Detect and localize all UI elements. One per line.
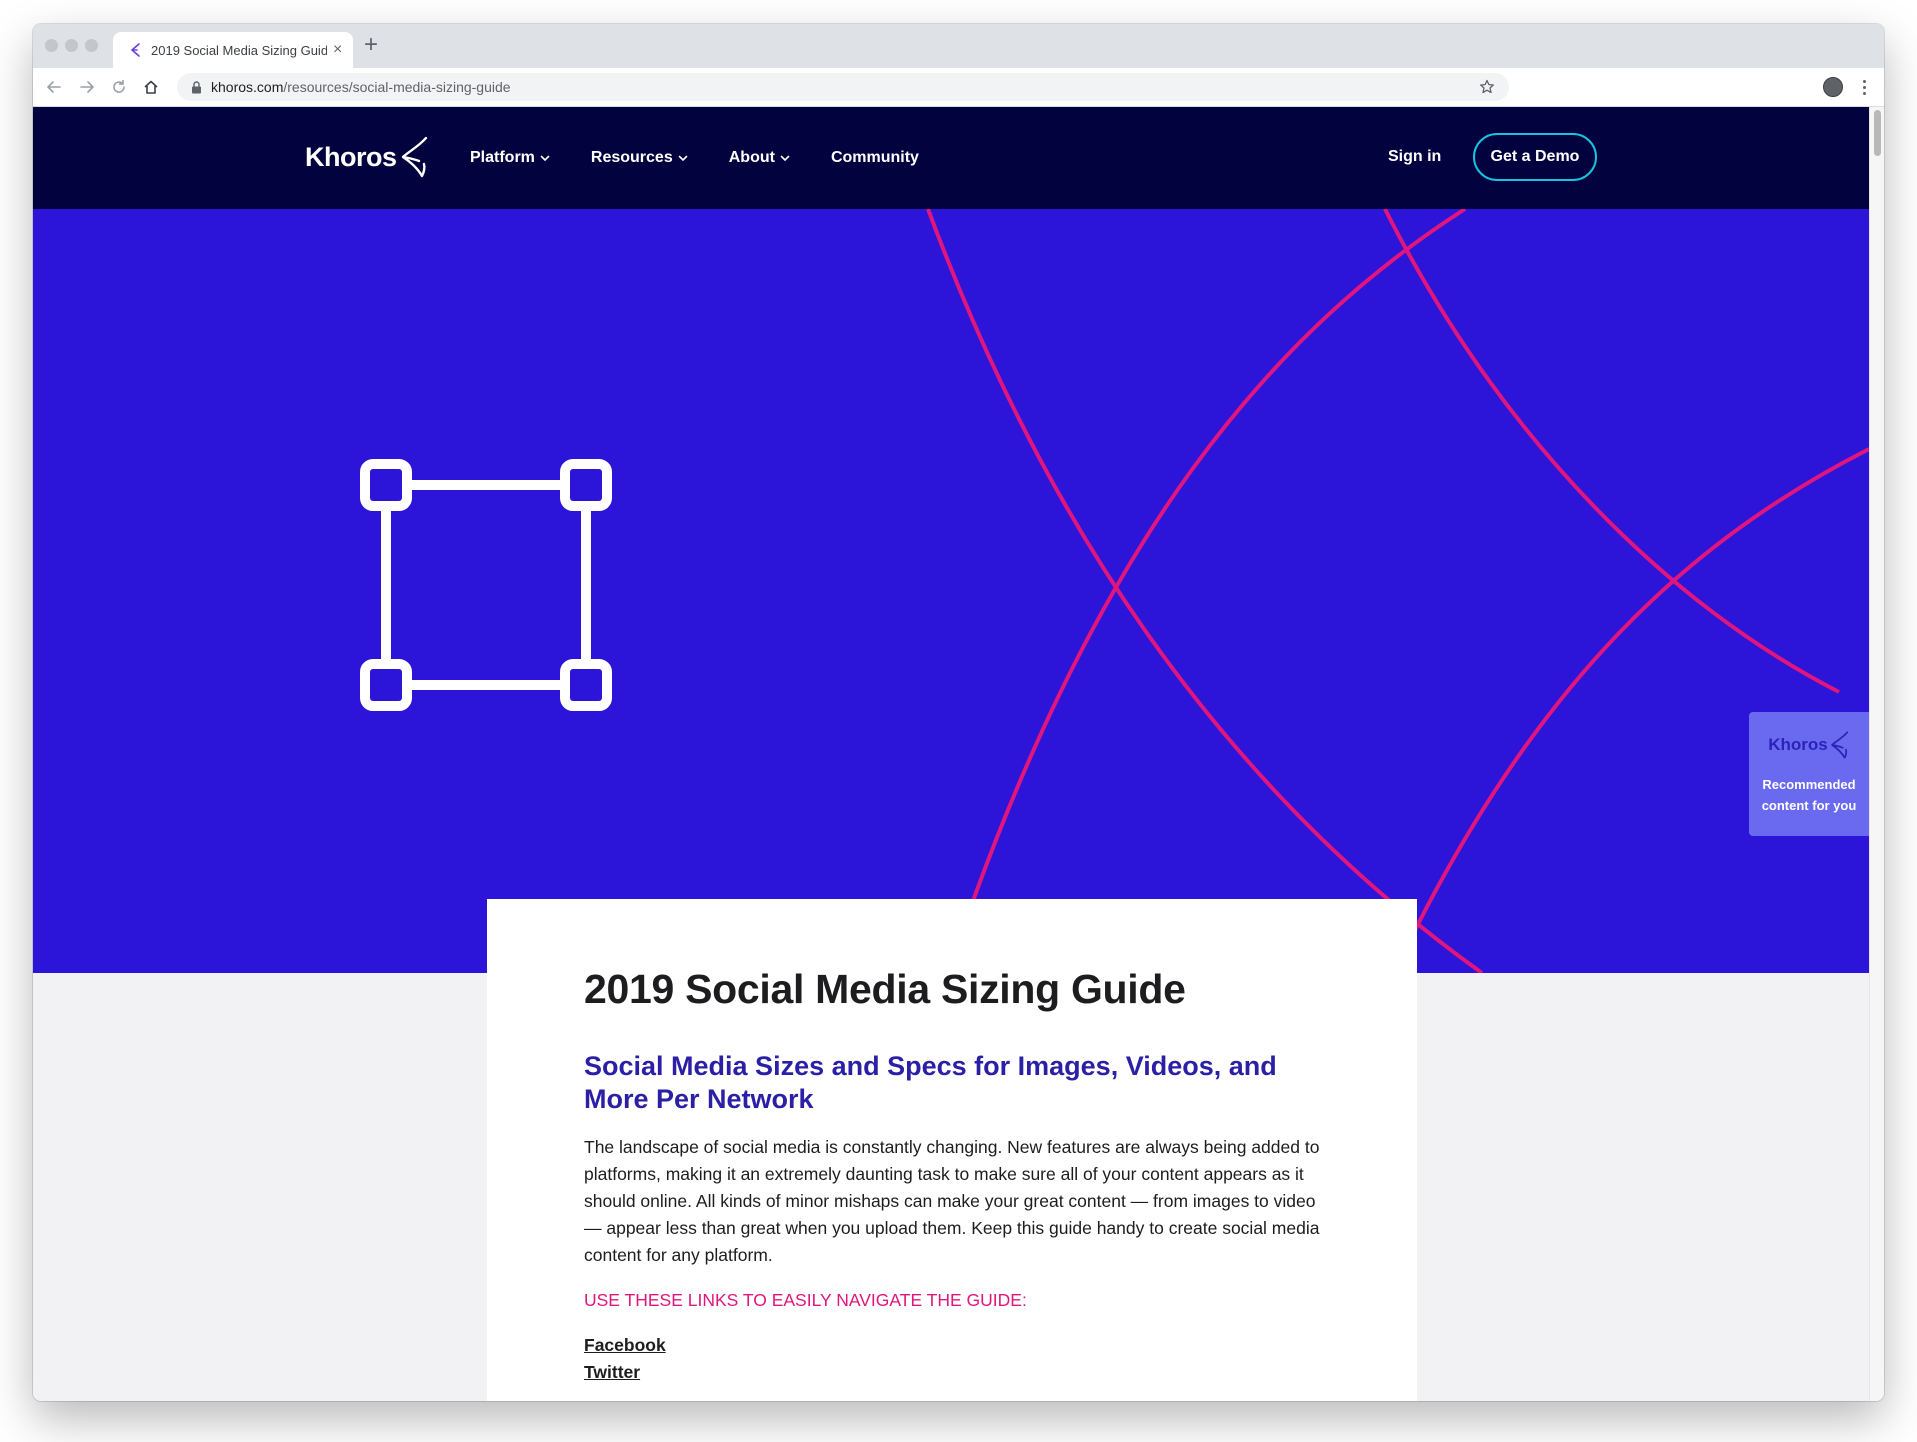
khoros-mark-icon xyxy=(1830,730,1850,760)
chevron-down-icon xyxy=(678,154,688,162)
article-intro: The landscape of social media is constan… xyxy=(584,1137,1320,1266)
nav-label: Resources xyxy=(590,149,673,166)
article-content: 2019 Social Media Sizing Guide Social Me… xyxy=(584,965,1324,1386)
nav-item-about[interactable]: About xyxy=(729,149,790,167)
recommended-content-widget[interactable]: Khoros Recommended content for you xyxy=(1749,712,1869,836)
khoros-favicon-icon xyxy=(127,42,143,58)
chevron-down-icon xyxy=(780,154,790,162)
crop-frame-icon xyxy=(358,457,614,718)
close-window-dot[interactable] xyxy=(45,39,58,52)
tab-strip: 2019 Social Media Sizing Guide × + xyxy=(33,24,1884,68)
nav-item-resources[interactable]: Resources xyxy=(591,149,688,167)
profile-avatar[interactable] xyxy=(1823,77,1843,97)
hero-decorative-arcs xyxy=(926,209,1869,973)
lock-icon xyxy=(189,80,203,94)
khoros-mark-icon xyxy=(400,135,430,179)
sign-in-link[interactable]: Sign in xyxy=(1388,148,1441,166)
nav-item-platform[interactable]: Platform xyxy=(470,149,550,167)
minimize-window-dot[interactable] xyxy=(65,39,78,52)
zoom-window-dot[interactable] xyxy=(85,39,98,52)
chevron-down-icon xyxy=(540,154,550,162)
browser-menu-icon[interactable] xyxy=(1858,76,1870,98)
hero-banner xyxy=(33,209,1869,973)
nav-label: About xyxy=(728,149,775,166)
widget-label: Recommended content for you xyxy=(1762,774,1857,816)
logo-wordmark: Khoros xyxy=(305,141,397,172)
article-subtitle: Social Media Sizes and Specs for Images,… xyxy=(584,1051,1277,1115)
khoros-logo[interactable]: Khoros xyxy=(305,135,430,179)
page-title: 2019 Social Media Sizing Guide xyxy=(584,966,1186,1012)
widget-label-line1: Recommended xyxy=(1762,777,1856,792)
reload-icon[interactable] xyxy=(108,76,130,98)
nav-item-community[interactable]: Community xyxy=(831,149,919,167)
url-host: khoros.com xyxy=(211,79,284,95)
scrollbar-thumb[interactable] xyxy=(1874,110,1881,156)
widget-logo: Khoros xyxy=(1768,730,1850,760)
browser-tab[interactable]: 2019 Social Media Sizing Guide × xyxy=(113,32,353,68)
tab-title: 2019 Social Media Sizing Guide xyxy=(151,42,327,58)
nav-label: Platform xyxy=(470,149,535,166)
guide-nav-label: USE THESE LINKS TO EASILY NAVIGATE THE G… xyxy=(584,1290,1027,1311)
widget-logo-wordmark: Khoros xyxy=(1768,735,1828,754)
guide-links: Facebook Twitter xyxy=(584,1332,1324,1386)
guide-link-twitter[interactable]: Twitter xyxy=(584,1359,1324,1386)
nav-label: Community xyxy=(830,149,919,166)
forward-arrow-icon[interactable] xyxy=(76,76,98,98)
widget-label-line2: content for you xyxy=(1761,798,1857,813)
main-nav: Platform Resources About Community xyxy=(470,107,960,209)
close-tab-icon[interactable]: × xyxy=(333,42,342,58)
url-path: /resources/social-media-sizing-guide xyxy=(283,79,511,95)
site-navbar: Khoros Platform Resources About Communit… xyxy=(33,107,1869,209)
page-scrollbar[interactable] xyxy=(1869,107,1884,1401)
address-bar[interactable]: khoros.com/resources/social-media-sizing… xyxy=(177,73,1509,101)
url-text: khoros.com/resources/social-media-sizing… xyxy=(211,79,511,95)
back-arrow-icon[interactable] xyxy=(43,76,65,98)
page-viewport: Khoros Platform Resources About Communit… xyxy=(33,107,1884,1401)
home-icon[interactable] xyxy=(140,76,162,98)
guide-link-facebook[interactable]: Facebook xyxy=(584,1332,1324,1359)
browser-toolbar: khoros.com/resources/social-media-sizing… xyxy=(33,68,1884,107)
new-tab-button[interactable]: + xyxy=(364,33,378,57)
article-card: 2019 Social Media Sizing Guide Social Me… xyxy=(487,899,1417,1401)
browser-window: 2019 Social Media Sizing Guide × + khoro… xyxy=(33,24,1884,1401)
get-demo-button[interactable]: Get a Demo xyxy=(1473,133,1597,181)
bookmark-star-icon[interactable] xyxy=(1477,77,1497,97)
